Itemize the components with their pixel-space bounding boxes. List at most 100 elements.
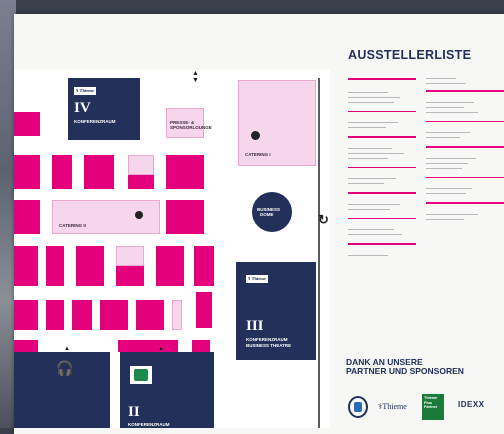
booth xyxy=(116,266,144,286)
booth xyxy=(136,300,164,330)
section-divider xyxy=(348,136,416,138)
booth xyxy=(172,300,182,330)
shield-icon xyxy=(354,402,362,412)
business-dome: BUSINESS DOME xyxy=(252,192,292,232)
booth xyxy=(156,246,184,286)
entrance-marker-icon: ▲ xyxy=(158,346,164,352)
wall-line xyxy=(318,78,320,428)
list-entry-line xyxy=(426,78,456,79)
list-entry-line xyxy=(426,106,464,108)
booth xyxy=(46,246,64,286)
list-entry-line xyxy=(426,132,470,133)
booth xyxy=(72,300,92,330)
stairs-arrows-icon: ▲ ▼ xyxy=(192,70,199,84)
booth xyxy=(14,246,38,286)
section-divider xyxy=(426,202,504,204)
booth xyxy=(84,155,114,189)
section-divider xyxy=(426,176,504,178)
list-entry-line xyxy=(348,96,400,98)
list-entry-line xyxy=(348,183,384,184)
section-divider xyxy=(348,78,416,80)
exhibitor-list-title: AUSSTELLERLISTE xyxy=(348,48,472,62)
list-entry-line xyxy=(426,137,460,138)
section-divider xyxy=(348,243,416,245)
room-iii-number: III xyxy=(246,318,264,334)
room-iv-number: IV xyxy=(74,100,91,116)
room-ii: II KONFERENZRAUM xyxy=(120,352,214,428)
coffee-cup-icon xyxy=(251,131,260,140)
room-iv-label: KONFERENZRAUM xyxy=(74,119,116,124)
coffee-cup-icon xyxy=(135,211,143,219)
list-entry-line xyxy=(348,208,390,210)
business-dome-label-2: DOME xyxy=(260,212,274,217)
sponsor-shield-logo xyxy=(348,396,368,418)
idexx-sponsor-logo: IDEXX xyxy=(458,400,485,409)
booth xyxy=(46,300,64,330)
section-divider xyxy=(348,192,416,194)
list-entry-line xyxy=(348,91,388,93)
room-iii-label-2: BUSINESS THEATRE xyxy=(246,343,292,348)
sponsors-heading-2: PARTNER UND SPONSOREN xyxy=(346,366,464,376)
booth xyxy=(116,246,144,266)
press-lounge-label: PRESSE- & SPONSORLOUNGE xyxy=(170,120,212,130)
room-ii-number: II xyxy=(128,404,140,420)
list-entry-line xyxy=(426,167,462,169)
catering-2-area: CATERING II xyxy=(52,200,160,234)
room-iv: ⚕ Thieme IV KONFERENZRAUM xyxy=(68,78,140,140)
booth xyxy=(194,246,214,286)
list-entry-line xyxy=(348,127,386,128)
catering-2-label: CATERING II xyxy=(59,223,86,228)
booth xyxy=(14,155,40,189)
room-iii-label-1: KONFERENZRAUM xyxy=(246,337,288,342)
list-entry-line xyxy=(426,101,474,103)
press-sponsor-lounge: PRESSE- & SPONSORLOUNGE xyxy=(166,108,212,138)
room-iii: ⚕ Thieme III KONFERENZRAUM BUSINESS THEA… xyxy=(236,262,316,360)
booth xyxy=(192,340,210,352)
headphones-icon: 🎧 xyxy=(56,360,74,376)
room-ii-sponsor-logo xyxy=(130,366,152,384)
booth xyxy=(14,300,38,330)
list-entry-line xyxy=(426,213,478,215)
booth xyxy=(14,200,40,234)
entrance-marker-icon: ▲ xyxy=(64,346,70,352)
list-entry-line xyxy=(426,218,464,220)
catering-1-area: CATERING I xyxy=(238,80,316,166)
list-entry-line xyxy=(348,122,398,123)
booth xyxy=(52,155,72,189)
green-logo-icon xyxy=(134,369,148,381)
section-divider xyxy=(348,217,416,219)
list-entry-line xyxy=(426,193,466,194)
list-entry-line xyxy=(426,83,466,84)
list-entry-line xyxy=(426,188,472,189)
list-entry-line xyxy=(348,152,404,154)
booth xyxy=(76,246,104,286)
partner-name-3: Partner xyxy=(424,405,438,409)
list-entry-line xyxy=(426,157,476,159)
section-divider xyxy=(348,166,416,168)
directions-arrow-icon: ↻ xyxy=(318,212,329,227)
list-entry-line xyxy=(348,203,400,205)
list-entry-line xyxy=(348,178,396,179)
booth xyxy=(128,155,154,175)
section-divider xyxy=(426,90,504,92)
booth xyxy=(166,155,204,189)
list-entry-line xyxy=(348,101,394,103)
list-entry-line xyxy=(426,162,468,164)
section-divider xyxy=(348,110,416,112)
room-bottom-left: 🎧 xyxy=(14,352,110,428)
booth xyxy=(14,112,40,136)
list-entry-line xyxy=(348,254,388,256)
section-divider xyxy=(426,146,504,148)
catering-1-label: CATERING I xyxy=(245,152,271,157)
list-entry-line xyxy=(348,147,392,149)
exhibitor-list-column-2 xyxy=(426,78,504,340)
booth xyxy=(100,300,128,330)
thieme-sponsor-logo: ⚕Thieme xyxy=(378,402,407,411)
room-iv-sponsor-logo: ⚕ Thieme xyxy=(74,87,96,95)
booth xyxy=(128,175,154,189)
list-entry-line xyxy=(348,229,394,230)
exhibitor-list-column-1 xyxy=(348,78,416,340)
room-iii-sponsor-logo: ⚕ Thieme xyxy=(246,275,268,283)
list-entry-line xyxy=(426,111,478,113)
room-ii-label: KONFERENZRAUM xyxy=(128,422,170,427)
